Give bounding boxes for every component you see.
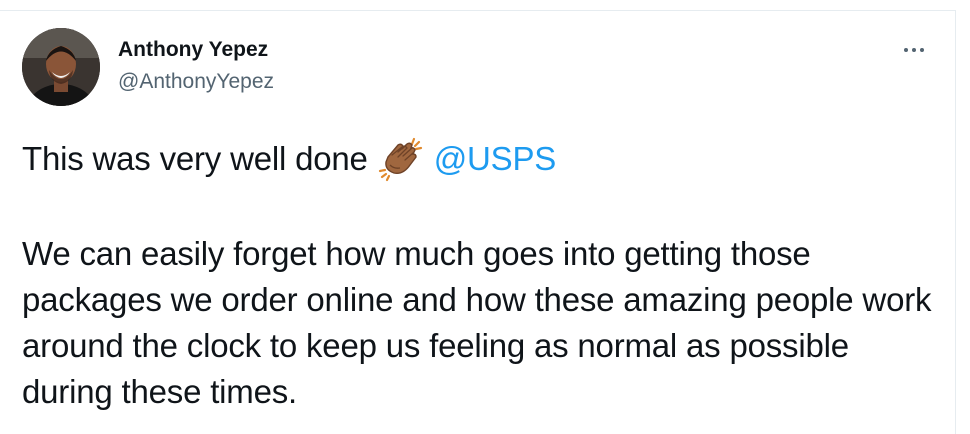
- ellipsis-icon: [912, 48, 916, 52]
- tweet-text: This was very well done @USPS We can eas…: [22, 133, 942, 415]
- tweet-line1-text: This was very well done: [22, 140, 368, 177]
- avatar[interactable]: [22, 28, 100, 106]
- ellipsis-icon: [904, 48, 908, 52]
- author-display-name[interactable]: Anthony Yepez: [118, 37, 268, 63]
- ellipsis-icon: [920, 48, 924, 52]
- card-right-border: [955, 10, 956, 434]
- tweet-first-line: This was very well done @USPS: [22, 133, 942, 185]
- mention-link[interactable]: @USPS: [434, 136, 557, 182]
- card-top-border: [0, 10, 956, 11]
- tweet-paragraph: We can easily forget how much goes into …: [22, 235, 932, 410]
- clapping-hands-icon: [376, 135, 424, 183]
- author-handle[interactable]: @AnthonyYepez: [118, 69, 274, 95]
- more-options-button[interactable]: [896, 36, 932, 64]
